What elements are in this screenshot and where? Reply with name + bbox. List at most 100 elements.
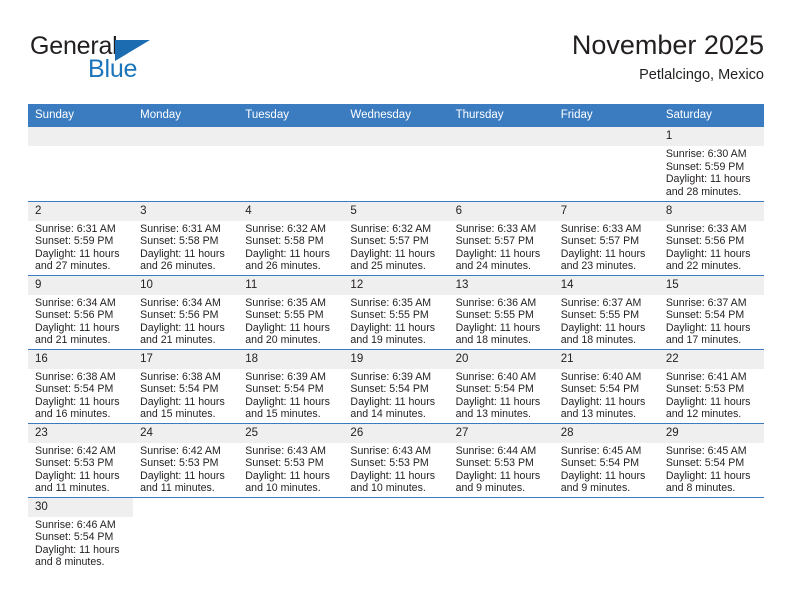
calendar-cell[interactable] <box>553 127 659 201</box>
weekday-header-thursday: Thursday <box>448 104 554 127</box>
calendar-cell[interactable] <box>238 496 344 571</box>
day-cell <box>343 127 449 201</box>
page-title: November 2025 <box>571 30 764 60</box>
calendar-cell[interactable]: 8 Sunrise: 6:33 AM Sunset: 5:56 PM Daylight… <box>658 200 764 275</box>
calendar-cell[interactable]: 16 Sunrise: 6:38 AM Sunset: 5:54 PM Dayligh… <box>28 348 134 423</box>
sunrise-text: Sunrise: 6:40 AM <box>560 370 642 383</box>
day-number: 28 <box>553 423 659 443</box>
calendar-cell[interactable]: 25 Sunrise: 6:43 AM Sunset: 5:53 PM Dayligh… <box>238 422 344 497</box>
sunset-text: Sunset: 5:58 PM <box>245 235 324 248</box>
day-cell <box>28 127 134 201</box>
daylight-text: Daylight: 11 hours and 25 minutes. <box>350 247 436 273</box>
day-number <box>553 127 659 146</box>
day-info: Sunrise: 6:33 AM Sunset: 5:57 PM Daylight:… <box>554 221 659 273</box>
calendar-cell[interactable]: 30 Sunrise: 6:46 AM Sunset: 5:54 PM Dayligh… <box>28 496 134 571</box>
brand-logo[interactable]: General Blue <box>28 32 278 94</box>
calendar-cell[interactable] <box>28 127 134 201</box>
day-cell <box>554 498 659 572</box>
sunrise-text: Sunrise: 6:42 AM <box>35 444 116 457</box>
calendar-cell[interactable] <box>343 127 449 201</box>
calendar-cell[interactable]: 15 Sunrise: 6:37 AM Sunset: 5:54 PM Dayligh… <box>658 274 764 349</box>
sunrise-text: Sunrise: 6:34 AM <box>35 296 116 309</box>
calendar-cell[interactable]: 27 Sunrise: 6:44 AM Sunset: 5:53 PM Dayligh… <box>448 422 554 497</box>
day-number: 19 <box>343 349 449 369</box>
day-cell: 16 Sunrise: 6:38 AM Sunset: 5:54 PM Dayligh… <box>28 349 134 423</box>
day-info: Sunrise: 6:40 AM Sunset: 5:54 PM Daylight:… <box>449 369 554 421</box>
day-number: 6 <box>448 201 554 221</box>
calendar-cell[interactable]: 22 Sunrise: 6:41 AM Sunset: 5:53 PM Dayligh… <box>658 348 764 423</box>
sunrise-text: Sunrise: 6:32 AM <box>350 222 432 235</box>
sunset-text: Sunset: 5:55 PM <box>455 309 534 322</box>
calendar-cell[interactable]: 10 Sunrise: 6:34 AM Sunset: 5:56 PM Dayligh… <box>133 274 239 349</box>
calendar-cell[interactable] <box>448 127 554 201</box>
calendar-cell[interactable]: 28 Sunrise: 6:45 AM Sunset: 5:54 PM Dayligh… <box>553 422 659 497</box>
sunset-text: Sunset: 5:53 PM <box>140 457 219 470</box>
calendar-cell[interactable]: 23 Sunrise: 6:42 AM Sunset: 5:53 PM Dayligh… <box>28 422 134 497</box>
calendar-cell[interactable] <box>133 496 239 571</box>
daylight-text: Daylight: 11 hours and 20 minutes. <box>245 321 330 347</box>
calendar-week-row: 23 Sunrise: 6:42 AM Sunset: 5:53 PM Dayligh… <box>28 422 764 497</box>
day-info: Sunrise: 6:46 AM Sunset: 5:54 PM Daylight:… <box>28 517 133 569</box>
weekday-header-monday: Monday <box>133 104 239 127</box>
calendar-cell[interactable]: 9 Sunrise: 6:34 AM Sunset: 5:56 PM Daylight… <box>28 274 134 349</box>
sunset-text: Sunset: 5:57 PM <box>455 235 534 248</box>
calendar-cell[interactable]: 1 Sunrise: 6:30 AM Sunset: 5:59 PM Daylight… <box>658 127 764 201</box>
calendar-cell[interactable]: 21 Sunrise: 6:40 AM Sunset: 5:54 PM Dayligh… <box>553 348 659 423</box>
daylight-text: Daylight: 11 hours and 8 minutes. <box>665 469 751 495</box>
weekday-header-tuesday: Tuesday <box>238 104 344 127</box>
calendar-cell[interactable]: 20 Sunrise: 6:40 AM Sunset: 5:54 PM Dayligh… <box>448 348 554 423</box>
daylight-text: Daylight: 11 hours and 28 minutes. <box>665 173 751 198</box>
calendar-cell[interactable]: 4 Sunrise: 6:32 AM Sunset: 5:58 PM Daylight… <box>238 200 344 275</box>
day-cell: 21 Sunrise: 6:40 AM Sunset: 5:54 PM Dayligh… <box>553 349 659 423</box>
calendar-cell[interactable]: 2 Sunrise: 6:31 AM Sunset: 5:59 PM Daylight… <box>28 200 134 275</box>
daylight-text: Daylight: 11 hours and 8 minutes. <box>35 543 120 569</box>
day-cell <box>343 498 448 572</box>
sunset-text: Sunset: 5:55 PM <box>245 309 324 322</box>
day-cell: 23 Sunrise: 6:42 AM Sunset: 5:53 PM Dayligh… <box>28 423 134 497</box>
calendar-cell[interactable]: 17 Sunrise: 6:38 AM Sunset: 5:54 PM Dayligh… <box>133 348 239 423</box>
day-cell: 6 Sunrise: 6:33 AM Sunset: 5:57 PM Daylight… <box>448 201 554 275</box>
calendar-cell[interactable]: 11 Sunrise: 6:35 AM Sunset: 5:55 PM Dayligh… <box>238 274 344 349</box>
calendar-cell[interactable] <box>553 496 659 572</box>
daylight-text: Daylight: 11 hours and 9 minutes. <box>560 469 646 495</box>
sunrise-text: Sunrise: 6:33 AM <box>665 222 747 235</box>
calendar-cell[interactable] <box>133 127 239 201</box>
daylight-text: Daylight: 11 hours and 10 minutes. <box>245 469 330 495</box>
day-cell: 10 Sunrise: 6:34 AM Sunset: 5:56 PM Dayligh… <box>133 275 239 349</box>
calendar-cell[interactable]: 24 Sunrise: 6:42 AM Sunset: 5:53 PM Dayligh… <box>133 422 239 497</box>
calendar-week-row: 9 Sunrise: 6:34 AM Sunset: 5:56 PM Daylight… <box>28 274 764 349</box>
calendar-cell[interactable]: 3 Sunrise: 6:31 AM Sunset: 5:58 PM Daylight… <box>133 200 239 275</box>
sunset-text: Sunset: 5:54 PM <box>350 383 429 396</box>
calendar-cell[interactable]: 19 Sunrise: 6:39 AM Sunset: 5:54 PM Dayligh… <box>343 348 449 423</box>
calendar-cell[interactable] <box>658 496 764 571</box>
calendar-cell[interactable]: 5 Sunrise: 6:32 AM Sunset: 5:57 PM Daylight… <box>343 200 449 275</box>
calendar-cell[interactable] <box>343 496 449 572</box>
calendar-cell[interactable] <box>448 496 554 572</box>
daylight-text: Daylight: 11 hours and 21 minutes. <box>140 321 225 347</box>
calendar-cell[interactable] <box>238 127 344 201</box>
title-block: November 2025 Petlalcingo, Mexico <box>572 28 764 86</box>
sunset-text: Sunset: 5:59 PM <box>665 160 745 173</box>
day-number: 26 <box>343 423 449 443</box>
daylight-text: Daylight: 11 hours and 26 minutes. <box>245 247 330 273</box>
day-info: Sunrise: 6:34 AM Sunset: 5:56 PM Daylight:… <box>133 295 238 347</box>
day-cell <box>133 127 239 201</box>
calendar-cell[interactable]: 18 Sunrise: 6:39 AM Sunset: 5:54 PM Dayligh… <box>238 348 344 423</box>
calendar-cell[interactable]: 7 Sunrise: 6:33 AM Sunset: 5:57 PM Daylight… <box>553 200 659 275</box>
sunset-text: Sunset: 5:57 PM <box>560 235 640 248</box>
calendar-cell[interactable]: 26 Sunrise: 6:43 AM Sunset: 5:53 PM Dayligh… <box>343 422 449 497</box>
daylight-text: Daylight: 11 hours and 24 minutes. <box>455 247 541 273</box>
daylight-text: Daylight: 11 hours and 15 minutes. <box>245 395 330 421</box>
day-cell <box>449 498 554 572</box>
day-info: Sunrise: 6:43 AM Sunset: 5:53 PM Daylight:… <box>343 443 448 495</box>
calendar-cell[interactable]: 6 Sunrise: 6:33 AM Sunset: 5:57 PM Daylight… <box>448 200 554 275</box>
calendar-week-row: 16 Sunrise: 6:38 AM Sunset: 5:54 PM Dayligh… <box>28 348 764 423</box>
day-cell: 5 Sunrise: 6:32 AM Sunset: 5:57 PM Daylight… <box>343 201 449 275</box>
daylight-text: Daylight: 11 hours and 10 minutes. <box>350 469 436 495</box>
sunrise-text: Sunrise: 6:35 AM <box>245 296 326 309</box>
calendar-cell[interactable]: 12 Sunrise: 6:35 AM Sunset: 5:55 PM Dayligh… <box>343 274 449 349</box>
daylight-text: Daylight: 11 hours and 17 minutes. <box>665 321 751 347</box>
calendar-cell[interactable]: 13 Sunrise: 6:36 AM Sunset: 5:55 PM Dayligh… <box>448 274 554 349</box>
calendar-cell[interactable]: 14 Sunrise: 6:37 AM Sunset: 5:55 PM Dayligh… <box>553 274 659 349</box>
calendar-cell[interactable]: 29 Sunrise: 6:45 AM Sunset: 5:54 PM Dayligh… <box>658 422 764 497</box>
